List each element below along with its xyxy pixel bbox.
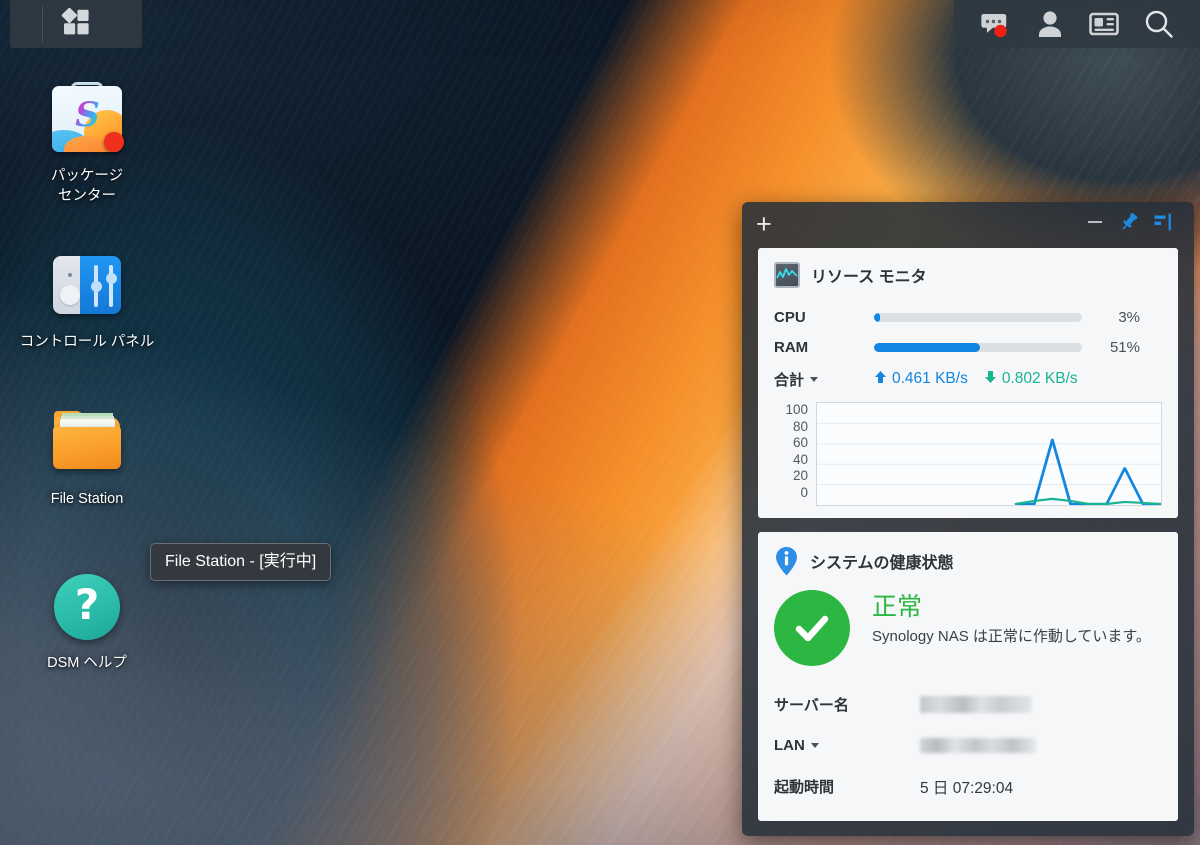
chevron-down-icon xyxy=(810,743,819,748)
cpu-value: 3% xyxy=(1118,308,1140,326)
network-download: 0.802 KB/s xyxy=(984,370,1078,389)
uptime-row: 起動時間 5 日 07:29:04 xyxy=(774,766,1162,807)
network-selector[interactable]: 合計 xyxy=(774,369,874,390)
user-account-button[interactable] xyxy=(1028,2,1072,46)
control-panel-icon xyxy=(49,248,125,324)
arrow-down-icon xyxy=(984,370,997,389)
folder-icon xyxy=(49,405,125,481)
chevron-down-icon xyxy=(810,376,819,382)
upload-value: 0.461 KB/s xyxy=(892,370,968,387)
ram-value: 51% xyxy=(1109,338,1140,356)
redacted-server-name xyxy=(920,695,1032,713)
network-upload: 0.461 KB/s xyxy=(874,370,968,389)
health-description: Synology NAS は正常に作動しています。 xyxy=(872,628,1151,645)
cpu-label: CPU xyxy=(774,308,806,326)
chart-plot-area xyxy=(816,402,1163,506)
main-menu-button[interactable] xyxy=(10,0,142,48)
system-health-status-block: 正常 Synology NAS は正常に作動しています。 xyxy=(774,590,1162,666)
dock-right-button[interactable] xyxy=(1146,207,1180,241)
resource-monitor-header: リソース モニタ xyxy=(774,262,1162,288)
desktop-icon-label: コントロール パネル xyxy=(19,334,155,350)
desktop-icon-label: パッケージ センター xyxy=(50,168,124,204)
network-row: 合計 0.461 KB/s 0.802 KB/s xyxy=(774,362,1162,396)
pin-icon xyxy=(1118,211,1140,238)
system-health-title: システムの健康状態 xyxy=(810,555,954,572)
network-label: 合計 xyxy=(774,371,805,389)
chart-y-tick: 60 xyxy=(792,435,808,451)
widgets-panel-button[interactable] xyxy=(1082,2,1126,46)
desktop-icon-label: File Station xyxy=(50,491,124,507)
lan-selector[interactable]: LAN xyxy=(774,737,920,754)
lan-value xyxy=(920,737,1036,755)
add-widget-button[interactable]: + xyxy=(756,210,772,238)
server-name-row: サーバー名 xyxy=(774,684,1162,725)
minimize-icon xyxy=(1085,212,1105,237)
taskbar xyxy=(0,0,1200,48)
uptime-value: 5 日 07:29:04 xyxy=(920,779,1014,797)
system-health-card: システムの健康状態 正常 Synology NAS は正常に作動しています。 サ… xyxy=(758,532,1178,821)
ram-row: RAM 51% xyxy=(774,332,1162,362)
chart-y-tick: 100 xyxy=(785,402,808,417)
system-health-header: システムの健康状態 xyxy=(774,546,1162,576)
notification-badge xyxy=(994,24,1007,38)
info-pin-icon xyxy=(774,546,799,576)
arrow-up-icon xyxy=(874,370,887,389)
widget-titlebar: + xyxy=(742,202,1194,246)
lan-label: LAN xyxy=(774,737,805,754)
cpu-progress-bar xyxy=(874,312,1082,322)
pin-button[interactable] xyxy=(1112,207,1146,241)
desktop-icon-label: DSM ヘルプ xyxy=(47,655,127,671)
chart-y-axis: 100 80 60 40 20 0 xyxy=(774,402,816,506)
system-tray xyxy=(954,0,1200,48)
check-circle-icon xyxy=(774,590,850,666)
dock-right-icon xyxy=(1152,211,1174,238)
chart-y-tick: 80 xyxy=(792,418,808,434)
search-button[interactable] xyxy=(1137,2,1181,46)
server-name-value xyxy=(920,695,1032,714)
desktop-icon-file-station[interactable]: File Station xyxy=(12,405,162,509)
resource-monitor-card: リソース モニタ CPU 3% RAM 51% 合計 0.461 KB/s 0.… xyxy=(758,248,1178,518)
desktop-icon-dsm-help[interactable]: ? DSM ヘルプ xyxy=(12,569,162,673)
resource-monitor-title: リソース モニタ xyxy=(811,269,927,286)
question-mark-icon: ? xyxy=(49,569,125,645)
update-badge xyxy=(104,132,124,152)
desktop-icon-control-panel[interactable]: コントロール パネル xyxy=(12,248,162,352)
minimize-button[interactable] xyxy=(1078,207,1112,241)
chart-y-tick: 0 xyxy=(800,484,808,500)
notifications-button[interactable] xyxy=(973,2,1017,46)
health-status-text: 正常 xyxy=(872,593,923,621)
resource-monitor-icon xyxy=(774,262,800,288)
desktop-icon-package-center[interactable]: S パッケージ センター xyxy=(12,82,162,206)
taskbar-tooltip: File Station - [実行中] xyxy=(150,543,332,581)
ram-label: RAM xyxy=(774,338,809,356)
ram-progress-fill xyxy=(874,342,981,352)
download-value: 0.802 KB/s xyxy=(1001,370,1078,387)
widget-panel: + リソース モニタ CPU 3% RAM 51% 合計 0.461 KB/s … xyxy=(742,202,1194,836)
cpu-row: CPU 3% xyxy=(774,302,1162,332)
cpu-progress-fill xyxy=(874,312,881,322)
chart-y-tick: 20 xyxy=(792,468,808,484)
network-chart: 100 80 60 40 20 0 xyxy=(774,402,1163,506)
uptime-label: 起動時間 xyxy=(774,779,835,796)
lan-row: LAN xyxy=(774,725,1162,766)
redacted-lan-address xyxy=(920,737,1036,753)
chart-y-tick: 40 xyxy=(792,451,808,467)
ram-progress-bar xyxy=(874,342,1082,352)
package-center-icon: S xyxy=(49,82,125,158)
server-name-label: サーバー名 xyxy=(774,697,849,714)
app-grid-icon xyxy=(61,7,91,42)
